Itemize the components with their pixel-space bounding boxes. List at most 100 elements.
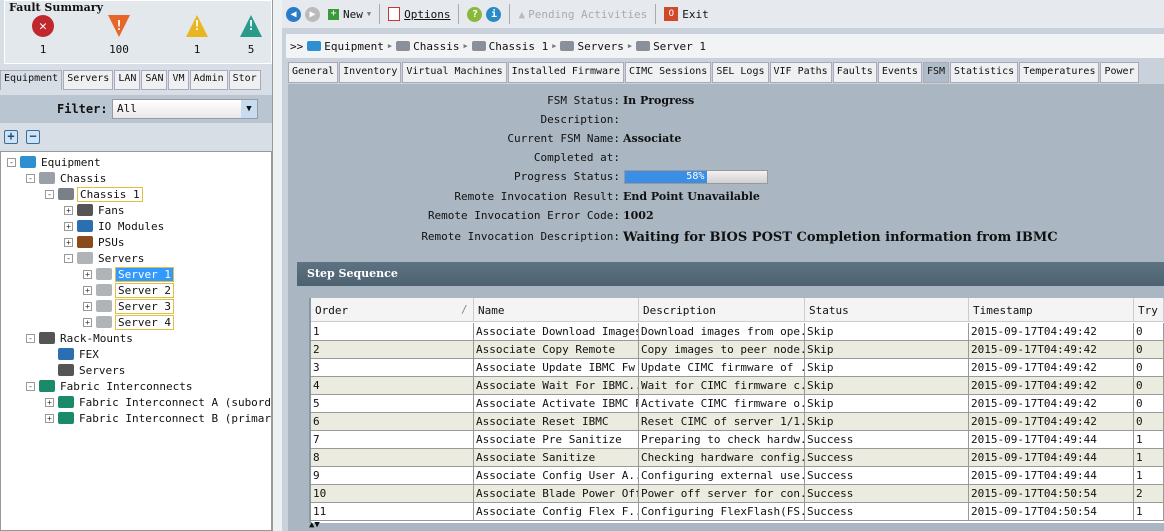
tree-item[interactable]: + Server 1 [83, 266, 174, 282]
table-row[interactable]: 4 Associate Wait For IBMC... Wait for CIMC… [311, 377, 1164, 395]
tree-item[interactable]: + Fabric Interconnect A (subordinate) [45, 394, 271, 410]
fault-minor[interactable]: ! 1 [177, 15, 217, 56]
fsm-field-value: In Progress [623, 94, 695, 107]
tree-item[interactable]: - Rack-Mounts [26, 330, 135, 346]
expand-icon[interactable]: + [83, 269, 92, 279]
tree-item[interactable]: - Chassis [26, 170, 108, 186]
breadcrumb-item[interactable]: Chassis 1 [489, 40, 549, 53]
splitter[interactable] [272, 0, 282, 531]
cell-description: Power off server for con... [641, 485, 805, 502]
column-header-order[interactable]: Order [311, 298, 474, 321]
expand-icon[interactable]: + [64, 237, 73, 247]
tree-item[interactable]: - Servers [64, 250, 146, 266]
fault-warning[interactable]: ! 5 [231, 15, 271, 56]
tab-vif-paths[interactable]: VIF Paths [769, 62, 832, 83]
tree-item[interactable]: - Fabric Interconnects [26, 378, 194, 394]
tab-lan[interactable]: LAN [114, 70, 141, 90]
table-row[interactable]: 2 Associate Copy Remote Copy images to pee… [311, 341, 1164, 359]
table-row[interactable]: 8 Associate Sanitize Checking hardware con… [311, 449, 1164, 467]
chevron-right-icon: ▶ [463, 42, 468, 50]
collapse-icon[interactable]: - [26, 173, 35, 183]
tree-item[interactable]: + Server 2 [83, 282, 174, 298]
exit-button[interactable]: O Exit [664, 7, 709, 21]
collapse-icon[interactable]: - [45, 189, 54, 199]
tab-power[interactable]: Power [1100, 62, 1139, 83]
cell-timestamp: 2015-09-17T04:49:42 [969, 395, 1134, 412]
fault-critical[interactable]: ✕ 1 [23, 15, 63, 56]
column-header-timestamp[interactable]: Timestamp [969, 298, 1134, 321]
chevron-down-icon[interactable]: ▼ [241, 100, 257, 118]
expand-icon[interactable]: + [45, 397, 54, 407]
tab-cimc-sessions[interactable]: CIMC Sessions [625, 62, 712, 83]
tree-item[interactable]: - Equipment [7, 154, 103, 170]
tree-item[interactable]: + IO Modules [64, 218, 166, 234]
column-header-description[interactable]: Description [639, 298, 805, 321]
forward-icon[interactable]: ▶ [305, 6, 320, 22]
tree-item[interactable]: + Fabric Interconnect B (primary) [45, 410, 271, 426]
expand-icon[interactable]: + [83, 317, 92, 327]
filter-select[interactable]: All ▼ [112, 99, 258, 119]
sort-arrows-icon[interactable]: ▲▼ [309, 520, 320, 530]
expand-all-icon[interactable]: + [4, 130, 18, 144]
column-header-try[interactable]: Try [1134, 298, 1164, 321]
expand-icon[interactable]: + [64, 205, 73, 215]
breadcrumb-servers-icon [560, 41, 575, 51]
back-icon[interactable]: ◀ [286, 6, 301, 22]
tab-inventory[interactable]: Inventory [339, 62, 402, 83]
table-row[interactable]: 10 Associate Blade Power Off Power off ser… [311, 485, 1164, 503]
info-icon[interactable]: i [486, 6, 502, 22]
expand-icon[interactable]: + [83, 301, 92, 311]
tab-statistics[interactable]: Statistics [950, 62, 1019, 83]
tree-item[interactable]: + Server 4 [83, 314, 174, 330]
breadcrumb-item[interactable]: Servers [577, 40, 623, 53]
tab-temperatures[interactable]: Temperatures [1019, 62, 1100, 83]
tab-virtual-machines[interactable]: Virtual Machines [402, 62, 507, 83]
tab-stor[interactable]: Stor [228, 70, 261, 90]
help-icon[interactable]: ? [467, 6, 483, 22]
collapse-icon[interactable]: - [64, 253, 73, 263]
tree-item[interactable]: FEX [45, 346, 101, 362]
new-button[interactable]: + New ▼ [324, 8, 371, 21]
column-header-status[interactable]: Status [805, 298, 969, 321]
table-row[interactable]: 6 Associate Reset IBMC Reset CIMC of serve… [311, 413, 1164, 431]
options-button[interactable]: Options [388, 7, 450, 21]
fault-major[interactable]: ! 100 [99, 15, 139, 56]
collapse-icon[interactable]: - [26, 333, 35, 343]
tab-sel-logs[interactable]: SEL Logs [712, 62, 769, 83]
tab-admin[interactable]: Admin [189, 70, 228, 90]
breadcrumb-item[interactable]: Equipment [324, 40, 384, 53]
expand-icon[interactable]: >> [290, 40, 303, 53]
tab-servers[interactable]: Servers [63, 70, 114, 90]
tree-item[interactable]: - Chassis 1 [45, 186, 143, 202]
table-row[interactable]: 3 Associate Update IBMC Fw Update CIMC fir… [311, 359, 1164, 377]
table-row[interactable]: 11 Associate Config Flex F... Configuring … [311, 503, 1164, 521]
table-row[interactable]: 7 Associate Pre Sanitize Preparing to chec… [311, 431, 1164, 449]
tab-san[interactable]: SAN [141, 70, 168, 90]
table-row[interactable]: 1 Associate Download Images Download image… [311, 323, 1164, 341]
expand-icon[interactable]: + [45, 413, 54, 423]
tree-item[interactable]: + Server 3 [83, 298, 174, 314]
collapse-icon[interactable]: - [26, 381, 35, 391]
pending-activities-button[interactable]: ▲ Pending Activities [518, 8, 647, 21]
breadcrumb-item[interactable]: Server 1 [653, 40, 706, 53]
tree-item[interactable]: Servers [45, 362, 127, 378]
tab-fsm[interactable]: FSM [922, 62, 949, 83]
column-header-name[interactable]: Name [474, 298, 639, 321]
tab-installed-firmware[interactable]: Installed Firmware [507, 62, 625, 83]
tab-faults[interactable]: Faults [832, 62, 877, 83]
table-row[interactable]: 5 Associate Activate IBMC Fw Activate CIMC… [311, 395, 1164, 413]
table-row[interactable]: 9 Associate Config User A... Configuring e… [311, 467, 1164, 485]
tab-equipment[interactable]: Equipment [0, 70, 63, 90]
fsm-field: Remote Invocation Error Code: 1002 [288, 209, 1164, 225]
tree-item[interactable]: + Fans [64, 202, 127, 218]
expand-icon[interactable]: + [83, 285, 92, 295]
breadcrumb-item[interactable]: Chassis [413, 40, 459, 53]
cell-order: 1 [311, 323, 474, 340]
collapse-icon[interactable]: - [7, 157, 16, 167]
expand-icon[interactable]: + [64, 221, 73, 231]
tab-general[interactable]: General [288, 62, 339, 83]
tab-vm[interactable]: VM [168, 70, 189, 90]
collapse-all-icon[interactable]: − [26, 130, 40, 144]
tree-item[interactable]: + PSUs [64, 234, 127, 250]
tab-events[interactable]: Events [877, 62, 922, 83]
